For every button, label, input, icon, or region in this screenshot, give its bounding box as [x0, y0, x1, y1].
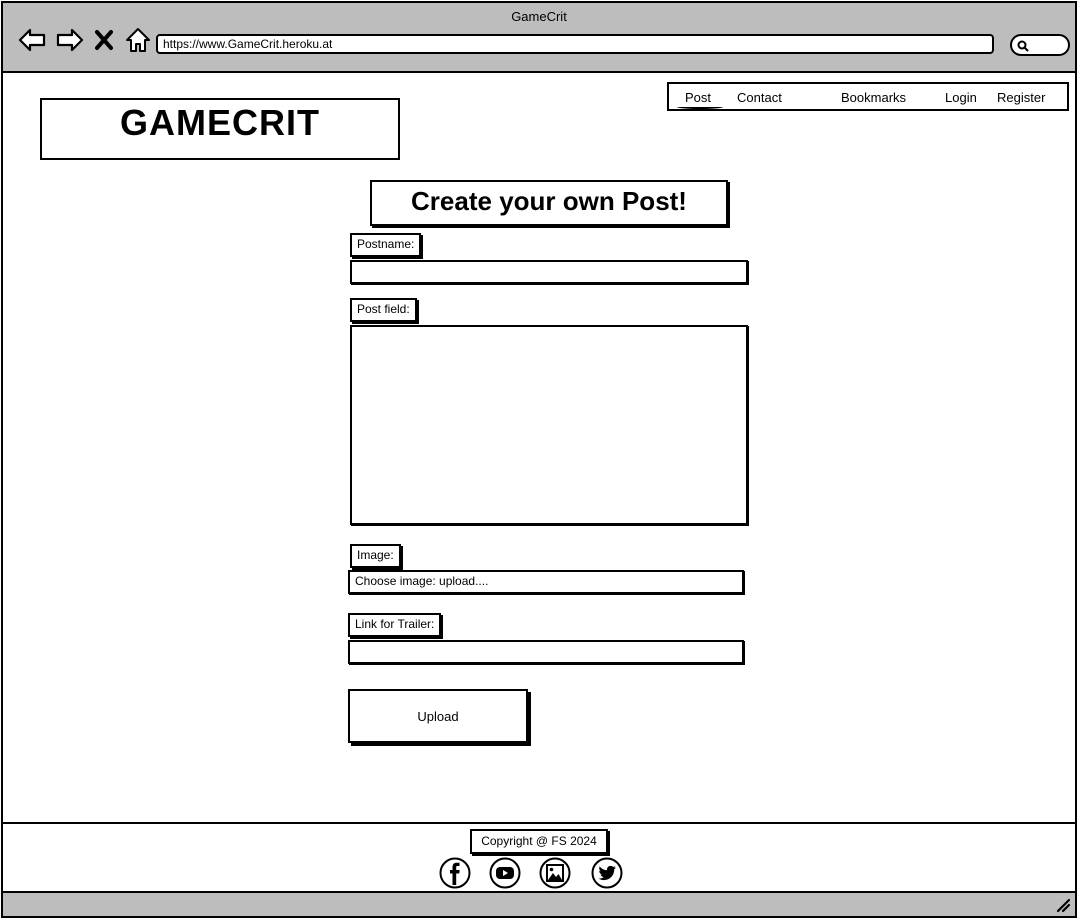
browser-nav-icons: [17, 25, 153, 55]
youtube-icon[interactable]: [489, 857, 521, 889]
page-title: Create your own Post!: [370, 180, 728, 226]
nav-item-login[interactable]: Login: [945, 90, 977, 105]
back-arrow-icon[interactable]: [17, 25, 47, 55]
copyright-text: Copyright @ FS 2024: [470, 829, 608, 854]
site-logo[interactable]: GAMECRIT: [40, 98, 400, 160]
main-nav: Post Contact Bookmarks Login Register: [667, 82, 1069, 111]
window-title: GameCrit: [511, 9, 567, 24]
footer-divider: [3, 822, 1077, 824]
trailer-link-input[interactable]: [348, 640, 744, 664]
active-nav-underline: [677, 105, 723, 109]
post-field-label: Post field:: [350, 298, 417, 322]
image-label: Image:: [350, 544, 401, 568]
postname-label: Postname:: [350, 233, 422, 257]
facebook-icon[interactable]: [439, 857, 471, 889]
nav-item-bookmarks[interactable]: Bookmarks: [841, 90, 906, 105]
upload-button[interactable]: Upload: [348, 689, 528, 743]
status-bar: [1, 891, 1077, 918]
search-icon: [1017, 40, 1029, 52]
browser-chrome: GameCrit https://www.GameCrit.heroku.at: [1, 1, 1077, 73]
image-icon[interactable]: [539, 857, 571, 889]
trailer-link-label: Link for Trailer:: [348, 613, 442, 637]
postname-input[interactable]: [350, 260, 748, 284]
post-field-textarea[interactable]: [350, 325, 748, 525]
home-icon[interactable]: [123, 25, 153, 55]
twitter-icon[interactable]: [591, 857, 623, 889]
url-bar[interactable]: https://www.GameCrit.heroku.at: [156, 34, 994, 54]
nav-item-register[interactable]: Register: [997, 90, 1045, 105]
close-icon[interactable]: [93, 25, 115, 55]
nav-item-contact[interactable]: Contact: [737, 90, 782, 105]
resize-grip-icon[interactable]: [1055, 897, 1071, 913]
nav-item-post[interactable]: Post: [685, 90, 711, 105]
forward-arrow-icon[interactable]: [55, 25, 85, 55]
browser-search-field[interactable]: [1010, 34, 1070, 56]
image-upload-field[interactable]: Choose image: upload....: [348, 570, 744, 594]
